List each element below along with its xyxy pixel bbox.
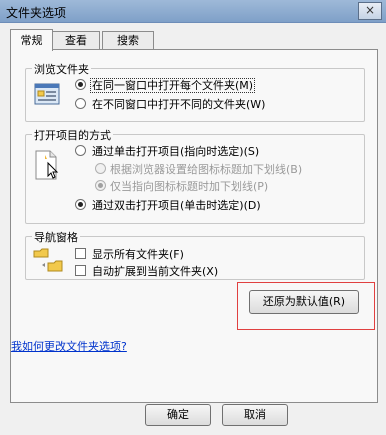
title-bar: 文件夹选项 × [0, 0, 386, 23]
tab-general[interactable]: 常规 [10, 29, 53, 51]
radio-single-click[interactable] [75, 145, 86, 156]
radio-double-click[interactable] [75, 199, 86, 210]
radio-underline-point[interactable] [95, 180, 106, 191]
browse-folders-group: 浏览文件夹 在同一窗口中打开每个文件夹(M) 在不同窗口中打开不同的文件夹(W) [25, 61, 365, 122]
cancel-button[interactable]: 取消 [222, 404, 288, 426]
restore-defaults-button[interactable]: 还原为默认值(R) [249, 290, 359, 314]
close-icon: × [364, 3, 376, 17]
ok-button[interactable]: 确定 [145, 404, 211, 426]
tab-search[interactable]: 搜索 [102, 31, 154, 50]
folder-window-icon [34, 83, 60, 105]
label-underline-point: 仅当指向图标标题时加下划线(P) [110, 180, 269, 193]
tab-view[interactable]: 查看 [52, 31, 100, 50]
label-auto-expand: 自动扩展到当前文件夹(X) [92, 265, 219, 278]
click-items-title: 打开项目的方式 [32, 127, 113, 143]
label-show-all-folders: 显示所有文件夹(F) [92, 248, 184, 261]
navigation-pane-group: 导航窗格 显示所有文件夹(F) 自动扩展到当前文件夹(X) [25, 229, 365, 280]
close-button[interactable]: × [358, 2, 382, 20]
label-double-click: 通过双击打开项目(单击时选定)(D) [92, 199, 261, 212]
folder-tree-icon [33, 248, 63, 272]
click-items-group: 打开项目的方式 通过单击打开项目(指向时选定)(S) 根据浏览器设置给图标标题加… [25, 127, 365, 224]
radio-different-window[interactable] [75, 98, 86, 109]
radio-underline-browser[interactable] [95, 163, 106, 174]
checkbox-show-all-folders[interactable] [75, 248, 86, 259]
browse-folders-title: 浏览文件夹 [32, 61, 91, 77]
checkbox-auto-expand[interactable] [75, 265, 86, 276]
tab-panel-general: 浏览文件夹 在同一窗口中打开每个文件夹(M) 在不同窗口中打开不同的文件夹(W)… [10, 49, 378, 403]
label-single-click: 通过单击打开项目(指向时选定)(S) [92, 145, 260, 158]
document-pointer-icon [35, 150, 59, 180]
label-underline-browser: 根据浏览器设置给图标标题加下划线(B) [110, 163, 303, 176]
label-different-window: 在不同窗口中打开不同的文件夹(W) [92, 98, 266, 111]
help-link[interactable]: 我如何更改文件夹选项? [11, 338, 127, 354]
label-same-window: 在同一窗口中打开每个文件夹(M) [90, 78, 256, 93]
window-title: 文件夹选项 [6, 6, 67, 20]
radio-same-window[interactable] [75, 79, 86, 90]
